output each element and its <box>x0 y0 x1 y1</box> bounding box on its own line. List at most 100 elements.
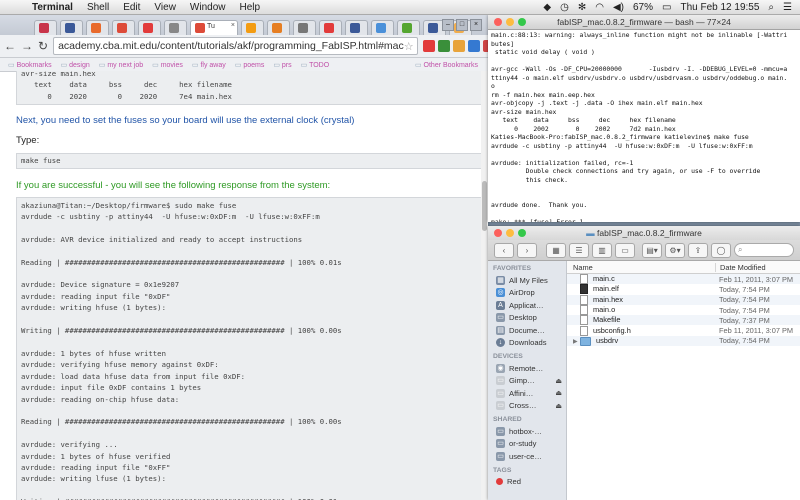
tag-icon[interactable]: ◯ <box>711 242 731 258</box>
extension-icon[interactable] <box>467 40 480 52</box>
column-name[interactable]: Name <box>567 263 715 272</box>
sidebar-item-documents[interactable]: ▤ Docume… <box>488 324 566 337</box>
extension-icon[interactable] <box>452 40 465 52</box>
cover-flow-icon[interactable]: ▭ <box>615 242 635 258</box>
forward-button[interactable]: → <box>21 39 33 53</box>
minimize-button[interactable]: – <box>442 19 454 31</box>
browser-tab[interactable] <box>138 20 161 35</box>
bookmark-movies[interactable]: movies <box>152 61 183 69</box>
browser-tab[interactable] <box>60 20 83 35</box>
notification-center-icon[interactable]: ☰ <box>783 2 792 13</box>
browser-tab-active[interactable]: Tu × <box>190 20 238 35</box>
browser-tab[interactable] <box>86 20 109 35</box>
close-window-button[interactable]: × <box>470 19 482 31</box>
menu-app-terminal[interactable]: Terminal <box>32 2 73 13</box>
sidebar-item-applications[interactable]: A Applicat… <box>488 299 566 312</box>
bookmark-bookmarks[interactable]: Bookmarks <box>8 61 52 69</box>
terminal-output[interactable]: main.c:88:13: warning: always_inline fun… <box>488 30 800 222</box>
eject-icon[interactable]: ⏏ <box>555 402 562 410</box>
extension-icon[interactable] <box>437 40 450 52</box>
zoom-dot[interactable] <box>518 18 526 26</box>
clock-icon[interactable]: ◷ <box>560 2 569 13</box>
scrollbar-thumb[interactable] <box>482 181 487 231</box>
sidebar-item-desktop[interactable]: ▭ Desktop <box>488 312 566 325</box>
browser-tab[interactable] <box>319 20 342 35</box>
address-bar[interactable]: academy.cba.mit.edu/content/tutorials/ak… <box>53 37 418 55</box>
browser-tab[interactable] <box>293 20 316 35</box>
disclosure-triangle-icon[interactable]: ▶ <box>573 338 580 345</box>
browser-tab[interactable] <box>34 20 57 35</box>
sidebar-item-remote[interactable]: ◉ Remote… <box>488 362 566 375</box>
sidebar-item-downloads[interactable]: ↓ Downloads <box>488 337 566 350</box>
action-gear-icon[interactable]: ⚙▾ <box>665 242 685 258</box>
reload-button[interactable]: ↻ <box>38 39 48 53</box>
sidebar-item-airdrop[interactable]: ◎ AirDrop <box>488 287 566 300</box>
finder-close-dot[interactable] <box>494 229 502 237</box>
page-scrollbar[interactable] <box>481 71 488 500</box>
file-row[interactable]: Makefile Today, 7:37 PM <box>567 315 800 326</box>
icon-view-icon[interactable]: ▦ <box>546 242 566 258</box>
file-row[interactable]: ▶ usbdrv Today, 7:54 PM <box>567 335 800 347</box>
sidebar-item-user-ce[interactable]: ▭ user-ce… <box>488 450 566 463</box>
sidebar-item-cross[interactable]: ▭ Cross… ⏏ <box>488 400 566 413</box>
back-icon[interactable]: ‹ <box>494 242 514 258</box>
column-view-icon[interactable]: ▥ <box>592 242 612 258</box>
browser-tab[interactable] <box>241 20 264 35</box>
sidebar-item-or-study[interactable]: ▭ or-study <box>488 438 566 451</box>
sidebar-item-affinity[interactable]: ▭ Affini… ⏏ <box>488 387 566 400</box>
bookmark-poems[interactable]: poems <box>235 61 264 69</box>
menu-view[interactable]: View <box>154 2 176 13</box>
menu-window[interactable]: Window <box>190 2 226 13</box>
eject-icon[interactable]: ⏏ <box>555 389 562 397</box>
file-row[interactable]: main.c Feb 11, 2011, 3:07 PM <box>567 274 800 285</box>
menu-edit[interactable]: Edit <box>123 2 140 13</box>
browser-tab[interactable] <box>345 20 368 35</box>
bookmark-prs[interactable]: prs <box>273 61 292 69</box>
dropbox-icon[interactable]: ◆ <box>543 2 551 13</box>
sidebar-item-hotbox[interactable]: ▭ hotbox-… <box>488 425 566 438</box>
file-row[interactable]: main.hex Today, 7:54 PM <box>567 294 800 305</box>
bookmark-todo[interactable]: TODO <box>301 61 329 69</box>
spotlight-icon[interactable]: ⌕ <box>768 2 774 13</box>
browser-tab[interactable] <box>112 20 135 35</box>
finder-zoom-dot[interactable] <box>518 229 526 237</box>
bookmark-fly-away[interactable]: fly away <box>192 61 225 69</box>
file-row[interactable]: usbconfig.h Feb 11, 2011, 3:07 PM <box>567 325 800 336</box>
file-row[interactable]: main.o Today, 7:54 PM <box>567 305 800 316</box>
battery-icon[interactable]: ▭ <box>662 2 671 13</box>
maximize-button[interactable]: □ <box>456 19 468 31</box>
back-button[interactable]: ← <box>4 39 16 53</box>
tab-close-icon[interactable]: × <box>231 22 235 29</box>
file-row[interactable]: main.elf Today, 7:54 PM <box>567 284 800 295</box>
bookmark-design[interactable]: design <box>61 61 90 69</box>
share-icon[interactable]: ⇪ <box>688 242 708 258</box>
bookmark-my-next-job[interactable]: my next job <box>99 61 143 69</box>
finder-minimize-dot[interactable] <box>506 229 514 237</box>
volume-icon[interactable]: ◀) <box>613 2 624 13</box>
bluetooth-icon[interactable]: ✻ <box>578 2 586 13</box>
arrange-icon[interactable]: ▤▾ <box>642 242 662 258</box>
other-bookmarks[interactable]: Other Bookmarks <box>415 61 478 69</box>
menu-shell[interactable]: Shell <box>87 2 109 13</box>
close-dot[interactable] <box>494 18 502 26</box>
column-date-modified[interactable]: Date Modified <box>715 262 766 272</box>
browser-tab[interactable] <box>267 20 290 35</box>
finder-search-input[interactable]: ⌕ <box>734 243 794 257</box>
sidebar-item-gimp[interactable]: ▭ Gimp… ⏏ <box>488 375 566 388</box>
extension-icon[interactable] <box>422 40 435 52</box>
browser-tab[interactable] <box>371 20 394 35</box>
menu-help[interactable]: Help <box>240 2 261 13</box>
sidebar-item-all-my-files[interactable]: ▦ All My Files <box>488 274 566 287</box>
list-view-icon[interactable]: ☰ <box>569 242 589 258</box>
sidebar-item-tag-red[interactable]: Red <box>488 476 566 489</box>
browser-tab[interactable] <box>164 20 187 35</box>
eject-icon[interactable]: ⏏ <box>555 377 562 385</box>
wifi-icon[interactable]: ◠ <box>595 2 604 13</box>
menubar-clock[interactable]: Thu Feb 12 19:55 <box>680 2 759 13</box>
battery-percent[interactable]: 67% <box>633 2 653 13</box>
minimize-dot[interactable] <box>506 18 514 26</box>
forward-icon[interactable]: › <box>517 242 537 258</box>
favicon-icon <box>195 23 205 33</box>
browser-tab[interactable] <box>397 20 420 35</box>
bookmark-star-icon[interactable]: ☆ <box>404 40 417 53</box>
